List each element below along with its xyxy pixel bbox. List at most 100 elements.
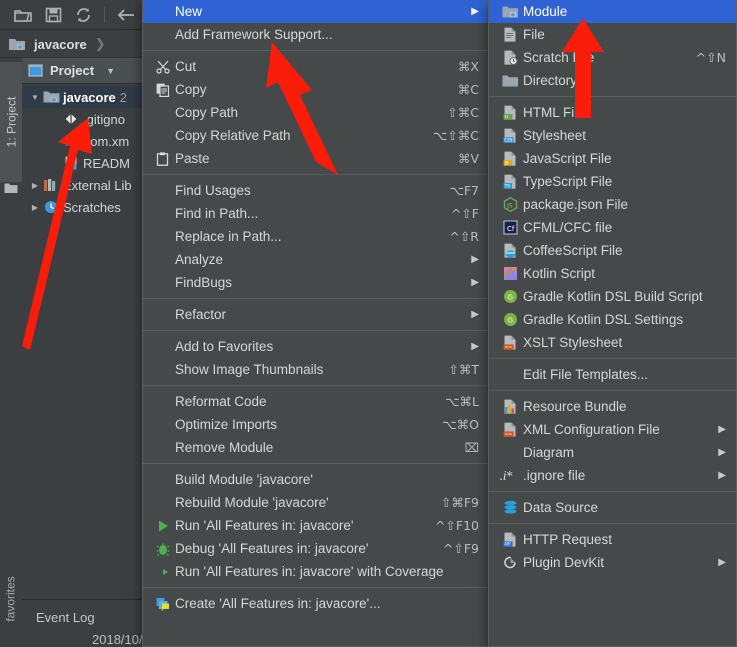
- menu-item-label: Reformat Code: [175, 394, 267, 409]
- sidebar-item-favorites-label: favorites: [4, 576, 19, 622]
- project-window-title: Project: [50, 63, 95, 78]
- menu-item-shortcut: ^⇧N: [695, 50, 726, 65]
- sync-icon[interactable]: [68, 4, 98, 26]
- submenu-item-http-request[interactable]: API HTTP Request: [489, 528, 736, 551]
- submenu-item-cfml-cfc-file[interactable]: Cf CFML/CFC file: [489, 216, 736, 239]
- context-menu: New ▶ Add Framework Support... Cut ⌘X Copy ⌘C C…: [142, 0, 490, 647]
- menu-item-find-in-path[interactable]: Find in Path... ^⇧F: [143, 202, 489, 225]
- submenu-item-data-source[interactable]: Data Source: [489, 496, 736, 519]
- chevron-down-icon[interactable]: ▼: [106, 66, 115, 76]
- menu-item-label: Paste: [175, 151, 210, 166]
- sidebar-item-project-label: 1: Project: [4, 96, 19, 148]
- html-file-icon: H: [497, 105, 523, 120]
- menu-item-label: Copy Relative Path: [175, 128, 291, 143]
- plugin-devkit-icon: [497, 555, 523, 570]
- submenu-item-plugin-devkit[interactable]: Plugin DevKit ▶: [489, 551, 736, 574]
- open-folder-icon[interactable]: [8, 4, 38, 26]
- menu-item-add-to-favorites[interactable]: Add to Favorites ▶: [143, 335, 489, 358]
- menu-item-build-module-javacore[interactable]: Build Module 'javacore': [143, 468, 489, 491]
- tree-item-label: javacore: [63, 89, 116, 105]
- menu-item-label: Gradle Kotlin DSL Settings: [523, 312, 684, 327]
- submenu-item-kotlin-script[interactable]: Kotlin Script: [489, 262, 736, 285]
- submenu-item-html-file[interactable]: H HTML File: [489, 101, 736, 124]
- menu-item-shortcut: ⌥⌘L: [445, 394, 479, 409]
- menu-separator: [489, 523, 736, 524]
- scratch-file-icon: [497, 50, 523, 65]
- menu-item-label: Find Usages: [175, 183, 251, 198]
- submenu-item-xslt-stylesheet[interactable]: <> XSLT Stylesheet: [489, 331, 736, 354]
- submenu-item-edit-file-templates[interactable]: Edit File Templates...: [489, 363, 736, 386]
- menu-separator: [489, 96, 736, 97]
- submenu-item-resource-bundle[interactable]: Resource Bundle: [489, 395, 736, 418]
- svg-text:.i*: .i*: [499, 469, 513, 483]
- menu-item-label: Refactor: [175, 307, 227, 322]
- menu-item-add-framework-support[interactable]: Add Framework Support...: [143, 23, 489, 46]
- collapse-triangle-icon[interactable]: ▶: [28, 181, 42, 190]
- save-icon[interactable]: [38, 4, 68, 26]
- menu-item-run-all-features-in-javacore-with-covera[interactable]: Run 'All Features in: javacore' with Cov…: [143, 560, 489, 583]
- menu-item-remove-module[interactable]: Remove Module ⌧: [143, 436, 489, 459]
- menu-item-optimize-imports[interactable]: Optimize Imports ⌥⌘O: [143, 413, 489, 436]
- submenu-arrow-icon: ▶: [718, 470, 726, 481]
- menu-item-analyze[interactable]: Analyze ▶: [143, 248, 489, 271]
- menu-item-reformat-code[interactable]: Reformat Code ⌥⌘L: [143, 390, 489, 413]
- menu-item-create-all-features-in-javacore[interactable]: Create 'All Features in: javacore'...: [143, 592, 489, 615]
- sidebar-item-favorites[interactable]: favorites: [0, 551, 22, 647]
- collapse-triangle-icon[interactable]: ▶: [28, 203, 42, 212]
- sidebar-item-project[interactable]: 1: Project: [0, 62, 22, 182]
- tree-item-label: .gitigno: [83, 111, 125, 127]
- menu-item-label: HTML File: [523, 105, 585, 120]
- menu-item-cut[interactable]: Cut ⌘X: [143, 55, 489, 78]
- cfml-icon: Cf: [497, 220, 523, 235]
- tree-item-suffix: 2: [119, 89, 127, 105]
- breadcrumb-label: javacore: [34, 36, 87, 52]
- menu-item-copy-relative-path[interactable]: Copy Relative Path ⌥⇧⌘C: [143, 124, 489, 147]
- menu-item-label: TypeScript File: [523, 174, 613, 189]
- menu-item-label: HTTP Request: [523, 532, 613, 547]
- menu-item-label: Cut: [175, 59, 197, 74]
- menu-item-run-all-features-in-javacore[interactable]: Run 'All Features in: javacore' ^⇧F10: [143, 514, 489, 537]
- submenu-item-directory[interactable]: Directory: [489, 69, 736, 92]
- menu-item-show-image-thumbnails[interactable]: Show Image Thumbnails ⇧⌘T: [143, 358, 489, 381]
- svg-text:m: m: [65, 135, 77, 148]
- nodejs-icon: JS: [497, 197, 523, 212]
- menu-item-debug-all-features-in-javacore[interactable]: Debug 'All Features in: javacore' ^⇧F9: [143, 537, 489, 560]
- submenu-item-typescript-file[interactable]: TS TypeScript File: [489, 170, 736, 193]
- submenu-item-package-json-file[interactable]: JS package.json File: [489, 193, 736, 216]
- module-icon: [497, 5, 523, 19]
- menu-item-label: package.json File: [523, 197, 629, 212]
- submenu-item-coffeescript-file[interactable]: CoffeeScript File: [489, 239, 736, 262]
- menu-item-replace-in-path[interactable]: Replace in Path... ^⇧R: [143, 225, 489, 248]
- svg-text:<>: <>: [504, 431, 512, 437]
- submenu-item-javascript-file[interactable]: JS JavaScript File: [489, 147, 736, 170]
- menu-item-find-usages[interactable]: Find Usages ⌥F7: [143, 179, 489, 202]
- menu-item-paste[interactable]: Paste ⌘V: [143, 147, 489, 170]
- menu-item-label: CoffeeScript File: [523, 243, 623, 258]
- submenu-item-module[interactable]: Module: [489, 0, 736, 23]
- menu-item-findbugs[interactable]: FindBugs ▶: [143, 271, 489, 294]
- copy-icon: [151, 83, 175, 97]
- menu-item-new[interactable]: New ▶: [143, 0, 489, 23]
- menu-item-shortcut: ^⇧R: [449, 229, 479, 244]
- submenu-item-diagram[interactable]: Diagram ▶: [489, 441, 736, 464]
- expand-triangle-icon[interactable]: ▼: [28, 93, 42, 102]
- submenu-item-file[interactable]: File: [489, 23, 736, 46]
- menu-item-refactor[interactable]: Refactor ▶: [143, 303, 489, 326]
- gradle-icon: G: [497, 289, 523, 304]
- menu-item-copy-path[interactable]: Copy Path ⇧⌘C: [143, 101, 489, 124]
- back-arrow-icon[interactable]: [111, 4, 141, 26]
- menu-item-label: Directory: [523, 73, 578, 88]
- submenu-item-gradle-kotlin-dsl-settings[interactable]: G Gradle Kotlin DSL Settings: [489, 308, 736, 331]
- submenu-item-stylesheet[interactable]: CSS Stylesheet: [489, 124, 736, 147]
- menu-item-label: Resource Bundle: [523, 399, 627, 414]
- menu-item-rebuild-module-javacore[interactable]: Rebuild Module 'javacore' ⇧⌘F9: [143, 491, 489, 514]
- menu-item-copy[interactable]: Copy ⌘C: [143, 78, 489, 101]
- submenu-item-scratch-file[interactable]: Scratch File ^⇧N: [489, 46, 736, 69]
- submenu-arrow-icon: ▶: [471, 341, 479, 352]
- submenu-item-gradle-kotlin-dsl-build-script[interactable]: G Gradle Kotlin DSL Build Script: [489, 285, 736, 308]
- project-view-icon: [28, 64, 43, 77]
- submenu-item-xml-configuration-file[interactable]: <> XML Configuration File ▶: [489, 418, 736, 441]
- event-log-button[interactable]: Event Log: [36, 610, 95, 625]
- submenu-item-ignore-file[interactable]: .i* .ignore file ▶: [489, 464, 736, 487]
- menu-separator: [143, 463, 489, 464]
